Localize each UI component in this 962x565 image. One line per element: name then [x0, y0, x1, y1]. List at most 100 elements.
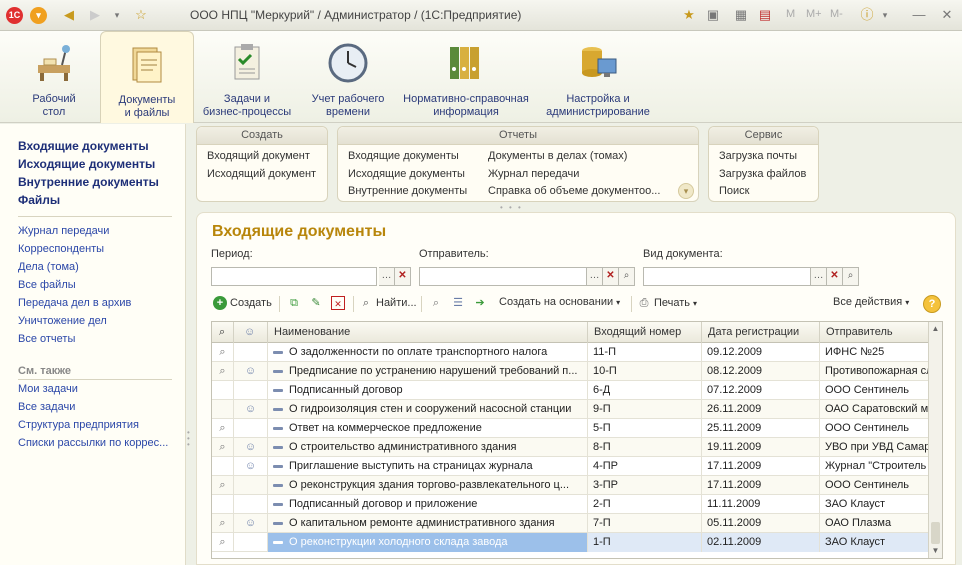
participants-column-icon[interactable]: ☺ — [234, 322, 268, 343]
table-row[interactable]: ⌕ ☺ Предписание по устранению нарушений тр… — [212, 362, 930, 381]
nav-transfer-log[interactable]: Журнал передачи — [18, 225, 109, 237]
1c-logo-icon[interactable]: 1С — [6, 7, 23, 24]
list-settings-icon[interactable]: ☰ — [451, 296, 465, 310]
table-row[interactable]: ☺ О гидроизоляция стен и сооружений насос… — [212, 400, 930, 419]
nav-destruction[interactable]: Уничтожение дел — [18, 315, 107, 327]
vertical-scrollbar[interactable]: ▲ ▼ — [928, 322, 942, 558]
nav-all-files[interactable]: Все файлы — [18, 279, 76, 291]
close-button[interactable]: ✕ — [938, 6, 956, 24]
create-based-on-button[interactable]: Создать на основании ▾ — [499, 296, 620, 308]
forward-arrow-icon[interactable]: ▶ — [86, 6, 104, 24]
cancel-search-icon[interactable]: ⌕ — [429, 296, 443, 310]
edit-pencil-icon[interactable]: ✎ — [309, 296, 323, 310]
attachment-column-icon[interactable]: ⌕ — [212, 322, 234, 343]
table-row[interactable]: ⌕ О задолженности по оплате транспортного… — [212, 343, 930, 362]
back-arrow-icon[interactable]: ◀ — [60, 6, 78, 24]
section-tasks[interactable]: Задачи и бизнес-процессы — [198, 31, 296, 123]
sender-clear-button[interactable]: ✕ — [603, 267, 619, 286]
sender-search-icon[interactable]: ⌕ — [619, 267, 635, 286]
service-load-mail[interactable]: Загрузка почты — [719, 150, 797, 162]
section-reference[interactable]: Нормативно-справочная информация — [400, 31, 532, 123]
create-incoming-document[interactable]: Входящий документ — [207, 150, 310, 162]
print-button[interactable]: ⎙ Печать ▾ — [637, 296, 697, 310]
column-registration-date[interactable]: Дата регистрации — [702, 322, 820, 343]
section-admin[interactable]: Настройка и администрирование — [540, 31, 656, 123]
document-name-cell: О капитальном ремонте административного … — [268, 514, 588, 533]
report-incoming-documents[interactable]: Входящие документы — [348, 150, 459, 162]
nav-internal-documents[interactable]: Внутренние документы — [18, 175, 159, 189]
section-documents[interactable]: Документы и файлы — [100, 31, 194, 123]
doctype-select-button[interactable]: … — [811, 267, 827, 286]
sender-select-button[interactable]: … — [587, 267, 603, 286]
create-button[interactable]: + Создать — [213, 296, 272, 310]
memory-plus-button[interactable]: M+ — [806, 8, 822, 20]
table-row[interactable]: ☺ Приглашение выступить на страницах журн… — [212, 457, 930, 476]
nav-cases[interactable]: Дела (тома) — [18, 261, 79, 273]
report-transfer-log[interactable]: Журнал передачи — [488, 168, 579, 180]
calculator-icon[interactable]: ▦ — [732, 6, 750, 24]
chevron-down-icon: ▾ — [905, 297, 910, 307]
delete-mark-icon[interactable]: ✕ — [331, 296, 345, 310]
find-button[interactable]: ⌕ Найти... — [359, 296, 417, 310]
all-actions-button[interactable]: Все действия ▾ — [833, 296, 909, 308]
table-row[interactable]: ⌕ Ответ на коммерческое предложение 5-П 25.… — [212, 419, 930, 438]
minimize-button[interactable]: — — [910, 6, 928, 24]
period-clear-button[interactable]: ✕ — [395, 267, 411, 286]
nav-files[interactable]: Файлы — [18, 193, 60, 207]
service-search[interactable]: Поиск — [719, 185, 749, 197]
table-row[interactable]: ⌕ ☺ О строительство административного здан… — [212, 438, 930, 457]
nav-mailing-lists[interactable]: Списки рассылки по коррес... — [18, 437, 168, 449]
scroll-thumb[interactable] — [931, 522, 940, 544]
nav-outgoing-documents[interactable]: Исходящие документы — [18, 157, 155, 171]
favorites-star-icon[interactable]: ☆ — [132, 6, 150, 24]
add-to-favorites-icon[interactable]: ★ — [680, 6, 698, 24]
doctype-search-icon[interactable]: ⌕ — [843, 267, 859, 286]
service-load-files[interactable]: Загрузка файлов — [719, 168, 806, 180]
memory-minus-button[interactable]: M- — [830, 8, 843, 20]
table-row[interactable]: ⌕ ☺ О капитальном ремонте административног… — [212, 514, 930, 533]
calendar-icon[interactable]: ▤ — [756, 6, 774, 24]
report-documents-in-cases[interactable]: Документы в делах (томах) — [488, 150, 627, 162]
column-incoming-number[interactable]: Входящий номер — [588, 322, 702, 343]
about-dropdown-icon[interactable]: ▾ — [876, 6, 894, 24]
column-sender[interactable]: Отправитель — [820, 322, 930, 343]
nav-incoming-documents[interactable]: Входящие документы — [18, 139, 149, 153]
expand-reports-icon[interactable]: ▾ — [678, 183, 694, 199]
history-dropdown-icon[interactable]: ▾ — [108, 6, 126, 24]
section-desktop[interactable]: Рабочий стол — [10, 31, 98, 123]
nav-all-tasks[interactable]: Все задачи — [18, 401, 75, 413]
panel-resize-grip[interactable]: • • • — [500, 203, 523, 212]
about-info-icon[interactable]: ⓘ — [858, 6, 876, 24]
copy-icon[interactable]: ⧉ — [287, 296, 301, 310]
send-icon[interactable]: ➔ — [473, 296, 487, 310]
period-input[interactable] — [211, 267, 377, 286]
column-name[interactable]: Наименование — [268, 322, 588, 343]
table-row[interactable]: Подписанный договор и приложение 2-П 11.11… — [212, 495, 930, 514]
nav-correspondents[interactable]: Корреспонденты — [18, 243, 104, 255]
participants-icon: ☺ — [234, 362, 268, 381]
table-row[interactable]: Подписанный договор 6-Д 07.12.2009 ООО Сент… — [212, 381, 930, 400]
nav-archive-transfer[interactable]: Передача дел в архив — [18, 297, 131, 309]
info-window-icon[interactable]: ▣ — [704, 6, 722, 24]
help-icon[interactable]: ? — [923, 295, 941, 313]
report-internal-documents[interactable]: Внутренние документы — [348, 185, 467, 197]
section-timesheet[interactable]: Учет рабочего времени — [302, 31, 394, 123]
nav-my-tasks[interactable]: Мои задачи — [18, 383, 78, 395]
sender-input[interactable] — [419, 267, 587, 286]
create-outgoing-document[interactable]: Исходящий документ — [207, 168, 316, 180]
scroll-up-icon[interactable]: ▲ — [929, 322, 942, 336]
report-volume-reference[interactable]: Справка об объеме документоо... — [488, 185, 660, 197]
memory-m-button[interactable]: M — [786, 8, 795, 20]
doctype-clear-button[interactable]: ✕ — [827, 267, 843, 286]
table-row[interactable]: ⌕ О реконструкция здания торгово-развлека… — [212, 476, 930, 495]
toolbar-divider — [631, 296, 632, 312]
period-select-button[interactable]: … — [379, 267, 395, 286]
report-outgoing-documents[interactable]: Исходящие документы — [348, 168, 465, 180]
scroll-down-icon[interactable]: ▼ — [929, 544, 942, 558]
panel-splitter[interactable]: • • • — [187, 429, 191, 449]
nav-all-reports[interactable]: Все отчеты — [18, 333, 75, 345]
nav-org-structure[interactable]: Структура предприятия — [18, 419, 139, 431]
table-row[interactable]: ⌕ О реконструкции холодного склада завода… — [212, 533, 930, 552]
doctype-input[interactable] — [643, 267, 811, 286]
main-menu-icon[interactable]: ▾ — [30, 7, 47, 24]
